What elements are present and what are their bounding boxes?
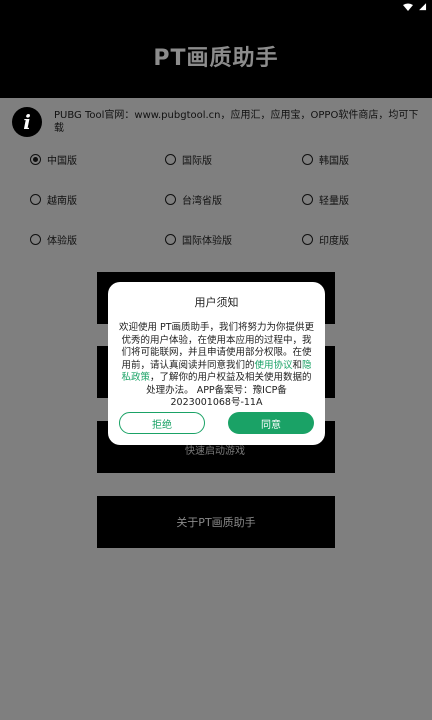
dialog-text: 和 — [292, 359, 303, 371]
radio-selected-icon — [30, 154, 41, 165]
radio-unselected-icon — [30, 234, 41, 245]
refuse-button[interactable]: 拒绝 — [119, 412, 205, 434]
radio-label: 体验版 — [47, 236, 77, 247]
info-icon: i — [12, 107, 42, 137]
radio-row: 越南版 台湾省版 轻量版 — [30, 192, 410, 232]
app-title: PT画质助手 — [153, 46, 279, 71]
about-button[interactable]: 关于PT画质助手 — [97, 496, 335, 548]
radio-unselected-icon — [302, 154, 313, 165]
radio-unselected-icon — [302, 234, 313, 245]
radio-china[interactable]: 中国版 — [30, 152, 77, 167]
radio-label: 台湾省版 — [182, 196, 222, 207]
radio-label: 中国版 — [47, 156, 77, 167]
dialog-buttons: 拒绝 同意 — [119, 412, 314, 436]
radio-unselected-icon — [302, 194, 313, 205]
dialog-body: 欢迎使用 PT画质助手，我们将努力为你提供更优秀的用户体验，在使用本应用的过程中… — [118, 322, 315, 410]
radio-label: 国际体验版 — [182, 236, 232, 247]
radio-label: 国际版 — [182, 156, 212, 167]
info-row: i PUBG Tool官网：www.pubgtool.cn，应用汇，应用宝，OP… — [12, 103, 422, 139]
radio-unselected-icon — [30, 194, 41, 205]
radio-korea[interactable]: 韩国版 — [302, 152, 349, 167]
radio-label: 越南版 — [47, 196, 77, 207]
radio-unselected-icon — [165, 154, 176, 165]
radio-india[interactable]: 印度版 — [302, 232, 349, 247]
app-header: PT画质助手 — [0, 14, 432, 98]
signal-icon: ◢ — [419, 2, 426, 12]
dialog-title: 用户须知 — [194, 296, 239, 309]
agree-button[interactable]: 同意 — [228, 412, 314, 434]
user-notice-dialog: 用户须知 欢迎使用 PT画质助手，我们将努力为你提供更优秀的用户体验，在使用本应… — [108, 282, 325, 445]
radio-taiwan[interactable]: 台湾省版 — [165, 192, 222, 207]
radio-international-beta[interactable]: 国际体验版 — [165, 232, 232, 247]
radio-label: 韩国版 — [319, 156, 349, 167]
info-text: PUBG Tool官网：www.pubgtool.cn，应用汇，应用宝，OPPO… — [54, 110, 419, 134]
radio-international[interactable]: 国际版 — [165, 152, 212, 167]
status-icons: ◢ — [403, 0, 426, 14]
terms-link[interactable]: 使用协议 — [254, 360, 292, 371]
radio-lite[interactable]: 轻量版 — [302, 192, 349, 207]
radio-beta[interactable]: 体验版 — [30, 232, 77, 247]
radio-vietnam[interactable]: 越南版 — [30, 192, 77, 207]
dialog-text: ，了解你的用户权益及相关使用数据的处理办法。 APP备案号：豫ICP备20230… — [146, 372, 312, 408]
radio-unselected-icon — [165, 194, 176, 205]
wifi-icon — [403, 3, 414, 11]
radio-label: 轻量版 — [319, 196, 349, 207]
radio-row: 体验版 国际体验版 印度版 — [30, 232, 410, 272]
status-bar: ◢ — [0, 0, 432, 14]
radio-unselected-icon — [165, 234, 176, 245]
radio-row: 中国版 国际版 韩国版 — [30, 152, 410, 192]
radio-label: 印度版 — [319, 236, 349, 247]
version-radio-group: 中国版 国际版 韩国版 越南版 台湾省版 轻量版 体验版 国际体验版 印度版 — [30, 152, 410, 272]
